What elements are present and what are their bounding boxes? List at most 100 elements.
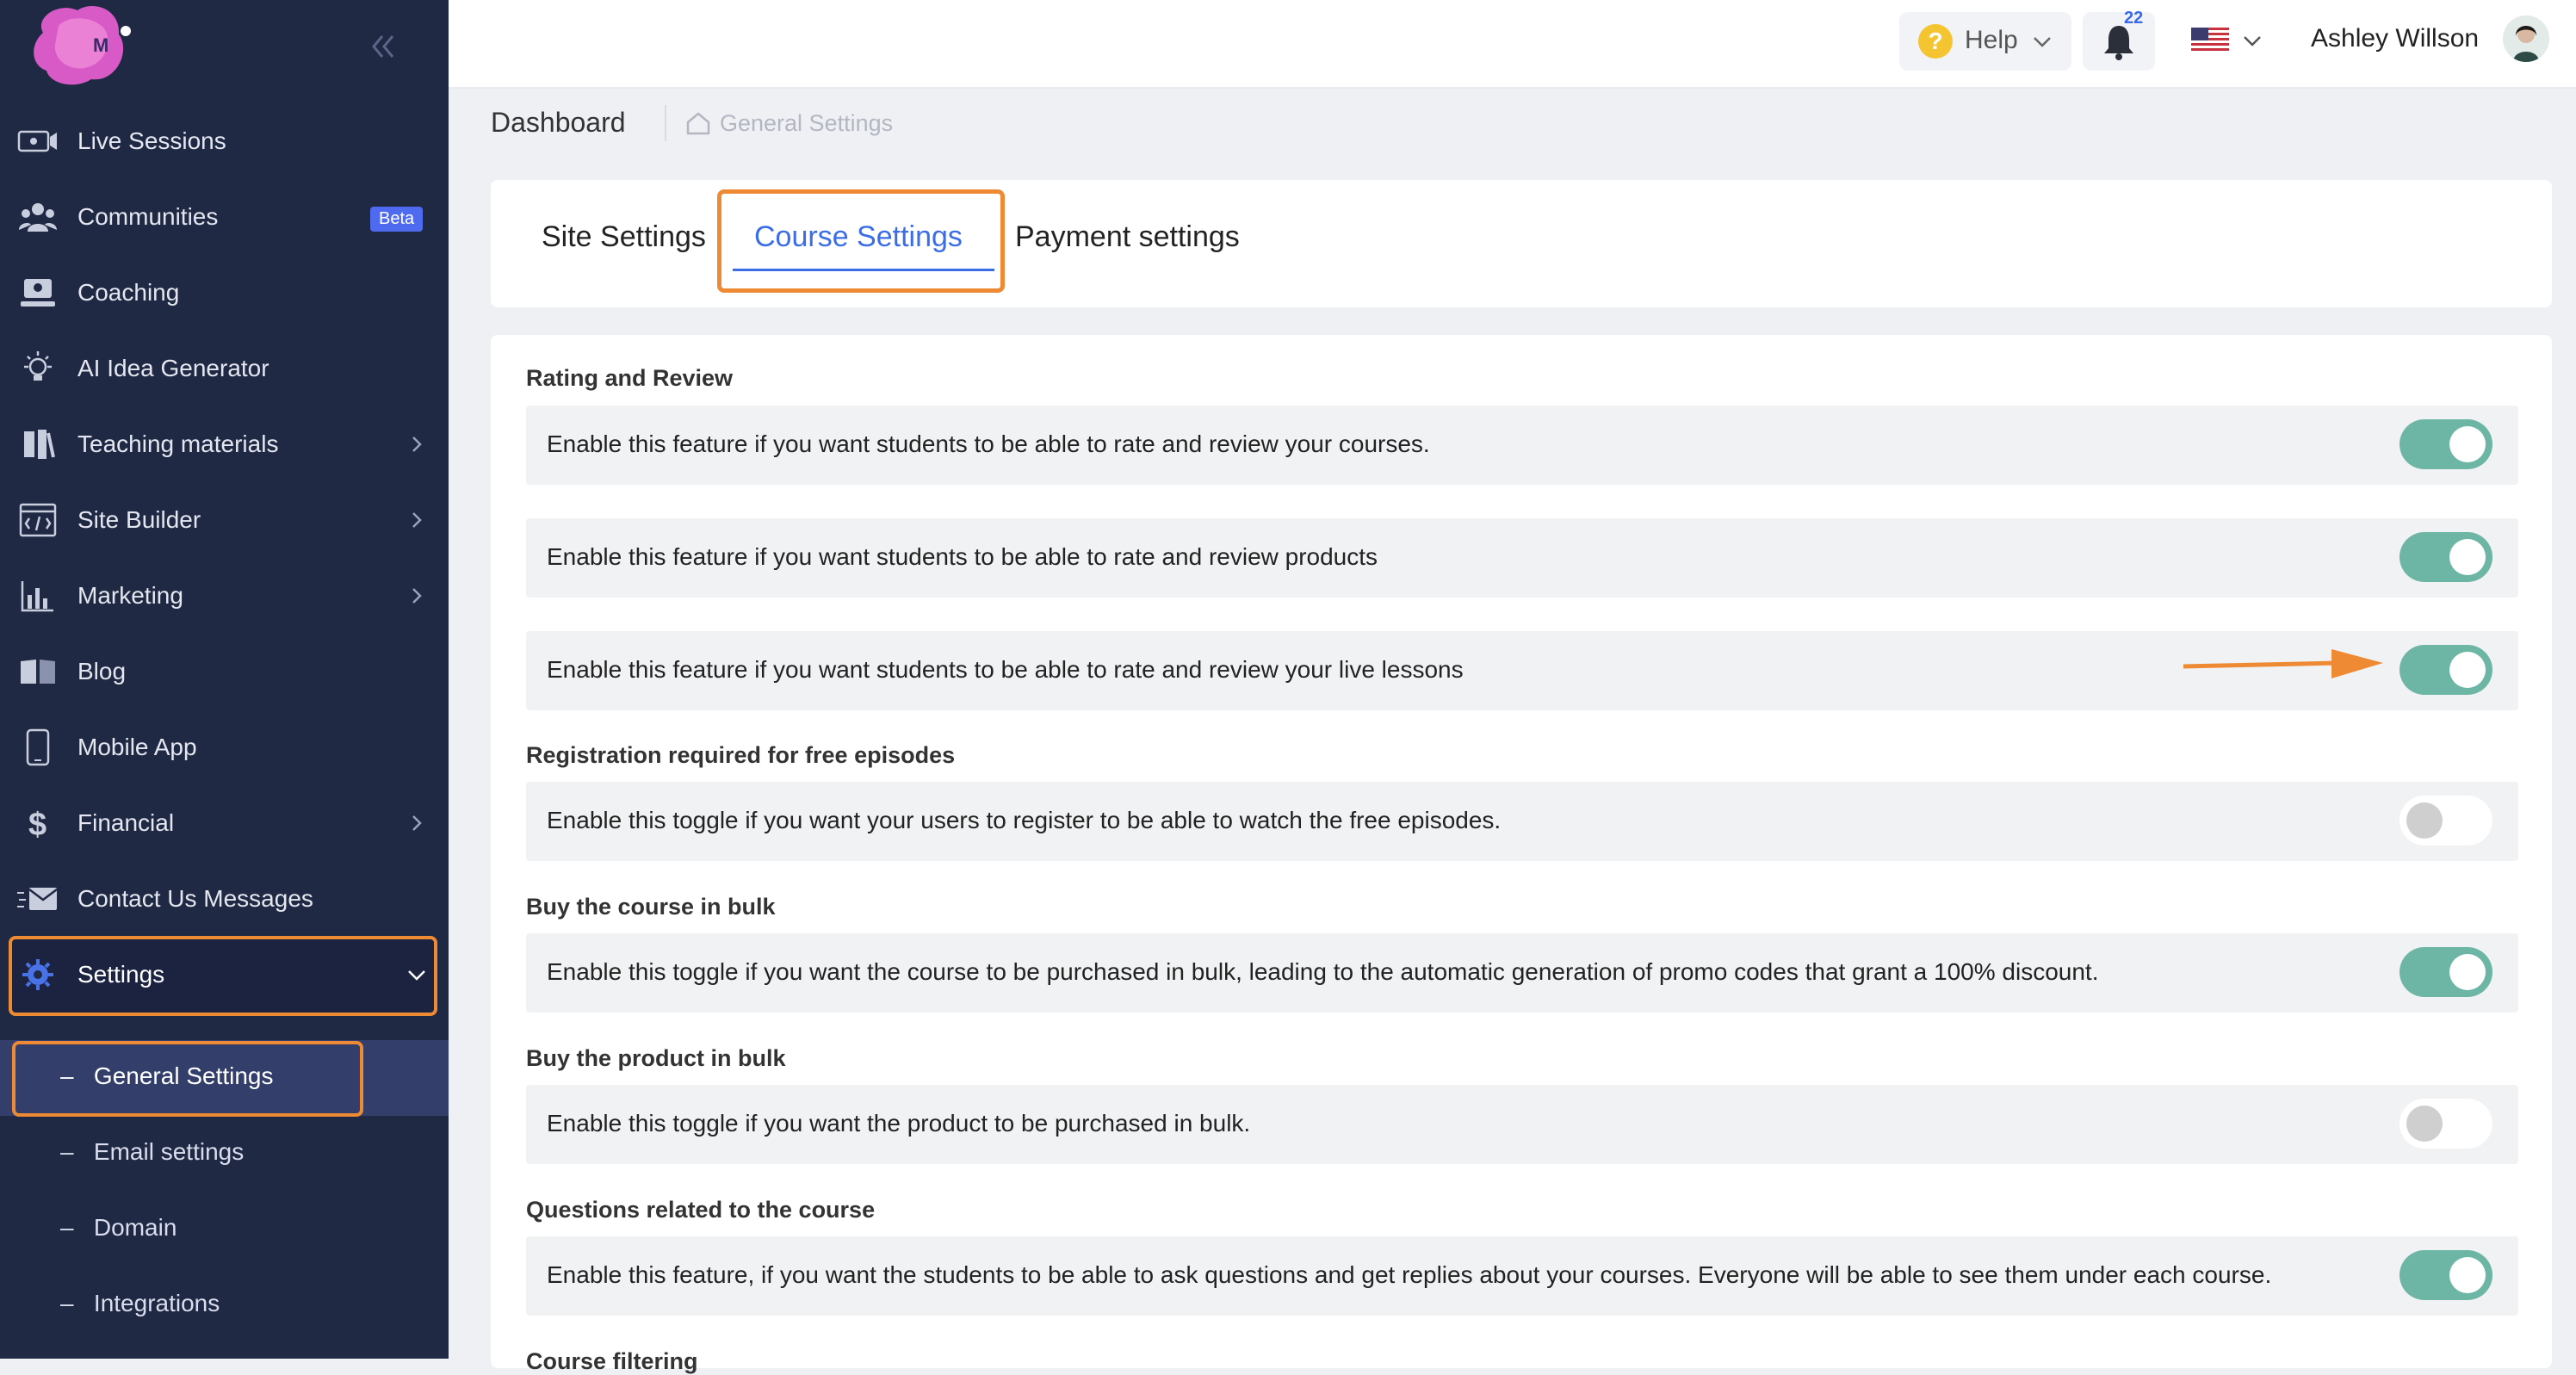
avatar[interactable] [2503, 15, 2549, 62]
us-flag-icon[interactable] [2191, 28, 2229, 53]
active-tab-underline [733, 269, 994, 271]
setting-row-rate-products: Enable this feature if you want students… [526, 518, 2518, 598]
sidebar-subitem-email-settings[interactable]: – Email settings [60, 1138, 244, 1166]
svg-text:M: M [93, 34, 108, 56]
section-title-course-filtering: Course filtering [526, 1348, 698, 1374]
sidebar: M Live Sessions Communities Beta Coachin… [0, 0, 449, 1359]
sidebar-item-label: Financial [77, 809, 175, 836]
question-icon: ? [1918, 24, 1953, 59]
book-icon [17, 653, 59, 691]
sidebar-subitem-label: Email settings [93, 1138, 245, 1165]
home-icon[interactable] [685, 110, 711, 136]
sidebar-item-label: Site Builder [77, 506, 201, 533]
chevron-down-icon [2034, 37, 2051, 47]
sidebar-item-label: Marketing [77, 582, 183, 609]
toggle-knob [2449, 426, 2486, 462]
communities-icon [17, 198, 59, 236]
breadcrumb-divider [665, 105, 666, 141]
live-sessions-icon [17, 122, 59, 160]
site-builder-icon [17, 501, 59, 539]
setting-row-questions: Enable this feature, if you want the stu… [526, 1236, 2518, 1316]
setting-description: Enable this feature if you want students… [547, 656, 1464, 683]
toggle-rate-products[interactable] [2400, 532, 2492, 582]
beta-badge: Beta [370, 207, 424, 232]
sidebar-subitem-integrations[interactable]: – Integrations [60, 1290, 220, 1317]
envelope-icon [17, 880, 59, 918]
chevron-right-icon [412, 588, 422, 604]
toggle-knob [2449, 954, 2486, 990]
toggle-product-bulk[interactable] [2400, 1099, 2492, 1149]
user-name[interactable]: Ashley Willson [2311, 24, 2479, 53]
section-title-buy-course-in-bulk: Buy the course in bulk [526, 894, 776, 920]
collapse-sidebar-icon[interactable] [365, 29, 399, 64]
tab-course-settings[interactable]: Course Settings [754, 220, 963, 254]
sidebar-item-blog[interactable]: Blog [0, 641, 449, 703]
sidebar-item-live-sessions[interactable]: Live Sessions [0, 110, 449, 172]
mobile-phone-icon [17, 728, 59, 766]
toggle-knob [2406, 1106, 2443, 1142]
dollar-icon: $ [17, 804, 59, 842]
coaching-icon [17, 274, 59, 312]
lightbulb-icon [17, 350, 59, 387]
sidebar-item-label: Settings [77, 961, 165, 988]
sidebar-item-label: Teaching materials [77, 430, 279, 457]
setting-description: Enable this toggle if you want your user… [547, 807, 1502, 833]
sidebar-item-marketing[interactable]: Marketing [0, 565, 449, 627]
setting-row-course-bulk: Enable this toggle if you want the cours… [526, 933, 2518, 1013]
sidebar-item-label: Coaching [77, 279, 180, 306]
notifications-button[interactable]: 22 [2083, 9, 2155, 71]
sidebar-item-communities[interactable]: Communities Beta [0, 186, 449, 248]
setting-row-product-bulk: Enable this toggle if you want the produ… [526, 1085, 2518, 1164]
tab-payment-settings[interactable]: Payment settings [1015, 220, 1240, 254]
chevron-right-icon [412, 815, 422, 831]
setting-description: Enable this toggle if you want the cours… [547, 958, 2099, 985]
chevron-down-icon [408, 970, 425, 981]
section-title-rating-and-review: Rating and Review [526, 365, 734, 391]
sidebar-item-mobile-app[interactable]: Mobile App [0, 716, 449, 778]
sidebar-item-ai-idea-generator[interactable]: AI Idea Generator [0, 338, 449, 399]
setting-row-rate-courses: Enable this feature if you want students… [526, 406, 2518, 485]
setting-description: Enable this feature if you want students… [547, 543, 1378, 570]
sidebar-subitem-label: Domain [93, 1214, 177, 1241]
sidebar-item-label: Blog [77, 658, 127, 684]
annotation-arrow-icon [2183, 649, 2383, 678]
logo[interactable]: M [24, 0, 133, 90]
sidebar-item-label: Mobile App [77, 734, 197, 760]
sidebar-item-settings[interactable]: Settings [0, 944, 449, 1006]
sidebar-subitem-general-settings[interactable]: – General Settings [60, 1062, 274, 1090]
setting-description: Enable this feature if you want students… [547, 430, 1430, 457]
sidebar-item-contact-us-messages[interactable]: Contact Us Messages [0, 868, 449, 930]
section-title-buy-product-in-bulk: Buy the product in bulk [526, 1045, 786, 1071]
tab-site-settings[interactable]: Site Settings [542, 220, 706, 254]
chevron-right-icon [412, 512, 422, 528]
sidebar-item-teaching-materials[interactable]: Teaching materials [0, 413, 449, 475]
bar-chart-icon [17, 577, 59, 615]
toggle-rate-live-lessons[interactable] [2400, 645, 2492, 695]
sidebar-item-label: Communities [77, 203, 219, 230]
sidebar-subitem-domain[interactable]: – Domain [60, 1214, 176, 1242]
sidebar-item-site-builder[interactable]: Site Builder [0, 489, 449, 551]
teaching-materials-icon [17, 425, 59, 463]
svg-text:$: $ [28, 807, 46, 840]
section-title-questions: Questions related to the course [526, 1197, 876, 1223]
sidebar-item-label: Contact Us Messages [77, 885, 313, 912]
setting-description: Enable this toggle if you want the produ… [547, 1110, 1251, 1137]
section-title-registration-required: Registration required for free episodes [526, 742, 956, 768]
page-title: Dashboard [491, 107, 626, 138]
toggle-course-bulk[interactable] [2400, 947, 2492, 997]
setting-description: Enable this feature, if you want the stu… [547, 1261, 2272, 1288]
chevron-right-icon [412, 437, 422, 452]
sidebar-subitem-label: Integrations [93, 1290, 220, 1316]
toggle-knob [2449, 1257, 2486, 1293]
sidebar-item-coaching[interactable]: Coaching [0, 262, 449, 324]
toggle-rate-courses[interactable] [2400, 419, 2492, 469]
chevron-down-icon[interactable] [2241, 29, 2263, 52]
sidebar-subitem-label: General Settings [93, 1062, 274, 1089]
sidebar-item-financial[interactable]: $ Financial [0, 792, 449, 854]
toggle-questions[interactable] [2400, 1250, 2492, 1300]
breadcrumb-current[interactable]: General Settings [720, 110, 893, 137]
toggle-register-free-episodes[interactable] [2400, 796, 2492, 845]
sidebar-item-label: Live Sessions [77, 127, 226, 154]
sidebar-item-label: AI Idea Generator [77, 355, 269, 381]
help-button[interactable]: ? Help [1899, 12, 2071, 71]
